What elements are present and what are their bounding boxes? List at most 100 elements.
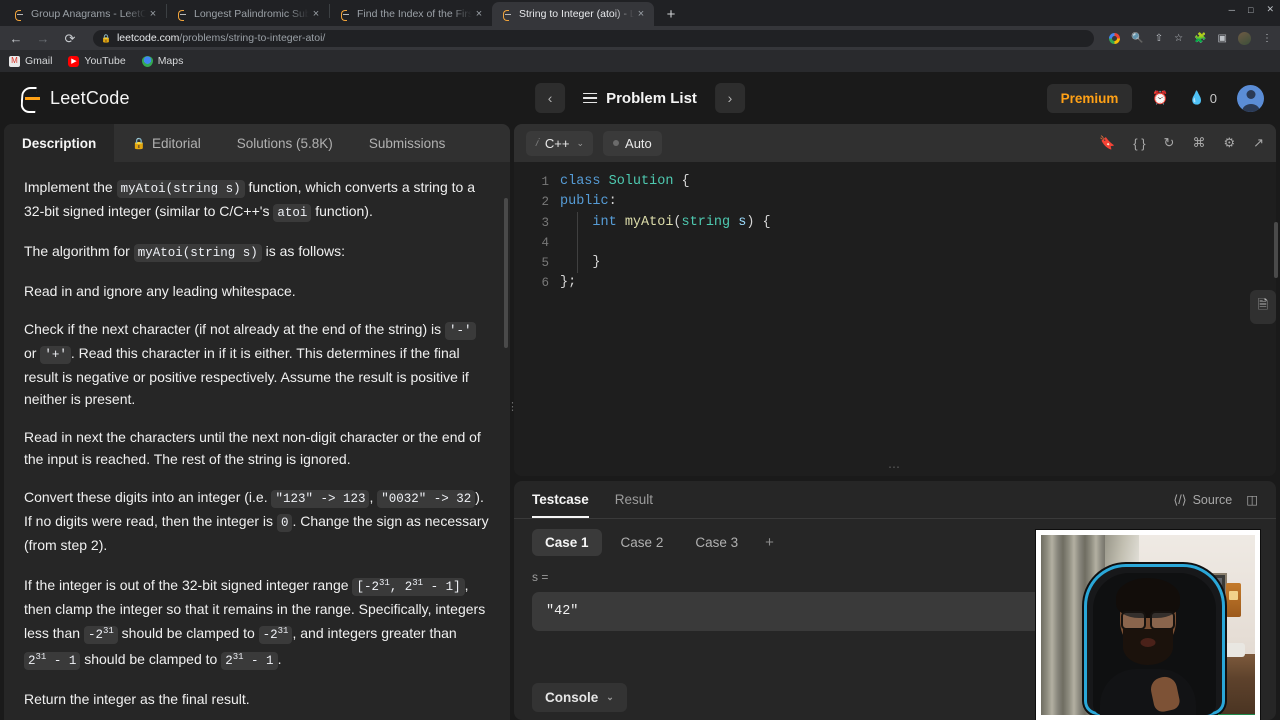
inline-code: -231: [83, 626, 118, 645]
browser-tab[interactable]: Group Anagrams - LeetCode ×: [4, 2, 166, 26]
reload-icon[interactable]: ⟳: [62, 32, 78, 45]
text-run: 2: [225, 654, 233, 669]
language-selector[interactable]: 𝑖 C++ ⌄: [526, 130, 594, 156]
case-tab-3[interactable]: Case 3: [682, 529, 751, 556]
browser-tab-active[interactable]: String to Integer (atoi) - LeetC ×: [492, 2, 654, 26]
bookmark-label: Maps: [157, 55, 184, 67]
pane-resize-handle[interactable]: ⋯: [888, 460, 902, 474]
editor-toolbar: 𝑖 C++ ⌄ Auto 🔖 { } ↻ ⌘ ⚙ ↗: [514, 124, 1276, 162]
close-window-icon[interactable]: ✕: [1266, 4, 1274, 15]
editor-scrollbar[interactable]: [1274, 222, 1278, 278]
add-case-button[interactable]: +: [757, 534, 782, 551]
text-run: is as follows:: [261, 243, 345, 259]
timer-button[interactable]: ⏰: [1152, 90, 1168, 106]
text-run: function).: [311, 203, 373, 219]
description-tab-bar: Description 🔒 Editorial Solutions (5.8K)…: [4, 124, 510, 162]
text-run: - 1]: [423, 580, 461, 595]
text-run: , and integers greater than: [292, 625, 457, 642]
document-note-icon: 🗎: [1257, 297, 1269, 312]
inline-code: 0: [276, 514, 293, 532]
shortcut-command-icon[interactable]: ⌘: [1192, 135, 1205, 151]
back-icon[interactable]: ←: [8, 32, 24, 45]
webcam-person-beard: [1123, 628, 1173, 665]
tab-title: Group Anagrams - LeetCode: [31, 8, 146, 20]
line-number: 5: [541, 256, 549, 271]
bookmark-youtube[interactable]: ▶ YouTube: [68, 55, 126, 67]
text-run: - 1: [46, 654, 77, 669]
case-tab-2[interactable]: Case 2: [608, 529, 677, 556]
zoom-icon[interactable]: 🔍: [1131, 33, 1143, 44]
text-run: should be clamped to: [117, 625, 259, 642]
notes-button[interactable]: 🗎: [1250, 290, 1276, 324]
code-line: 4: [514, 233, 1276, 253]
tab-testcase[interactable]: Testcase: [532, 481, 589, 518]
case-tab-1[interactable]: Case 1: [532, 529, 602, 556]
streak-indicator[interactable]: 💧 0: [1189, 90, 1217, 106]
next-problem-button[interactable]: ›: [714, 83, 745, 113]
exponent: 31: [378, 578, 390, 588]
code-area[interactable]: 1 class Solution { 2 public: 3 int myAto…: [514, 162, 1276, 476]
source-button[interactable]: ⟨/⟩ Source: [1173, 492, 1232, 508]
google-lens-icon[interactable]: [1109, 32, 1121, 44]
reset-icon[interactable]: ↻: [1164, 135, 1175, 151]
share-icon[interactable]: ⇧: [1155, 33, 1163, 44]
inline-code: '+': [40, 346, 71, 364]
code-text: };: [560, 275, 577, 291]
format-braces-icon[interactable]: { }: [1133, 136, 1145, 151]
url-text: leetcode.com/problems/string-to-integer-…: [117, 32, 325, 44]
panel-layout-icon[interactable]: ◫: [1246, 492, 1258, 507]
header-right-actions: Premium ⏰ 💧 0: [1046, 83, 1264, 113]
text-run: -2: [262, 628, 278, 643]
alarm-clock-icon: ⏰: [1152, 90, 1169, 105]
forward-icon[interactable]: →: [35, 32, 51, 45]
code-text: int myAtoi(string s) {: [592, 214, 771, 230]
tab-close-icon[interactable]: ×: [146, 7, 160, 21]
tab-editorial[interactable]: 🔒 Editorial: [114, 124, 218, 162]
tab-title: Find the Index of the First Occ: [357, 8, 472, 20]
code-line: 5 }: [514, 253, 1276, 273]
browser-tab[interactable]: Longest Palindromic Substring ×: [167, 2, 329, 26]
omnibox-actions: 🔍 ⇧ ☆ 🧩 ▣ ⋮: [1109, 31, 1272, 45]
bookmark-icon[interactable]: 🔖: [1099, 135, 1115, 151]
problem-description-body: Implement the myAtoi(string s) function,…: [4, 162, 510, 720]
settings-gear-icon[interactable]: ⚙: [1223, 135, 1235, 151]
maximize-icon[interactable]: □: [1248, 5, 1253, 15]
previous-problem-button[interactable]: ‹: [535, 83, 566, 113]
editor-tool-icons: 🔖 { } ↻ ⌘ ⚙ ↗: [1099, 135, 1264, 151]
tab-description[interactable]: Description: [4, 124, 115, 162]
premium-button[interactable]: Premium: [1046, 83, 1133, 113]
exponent: 31: [35, 652, 47, 663]
console-toggle-button[interactable]: Console ⌄: [532, 682, 627, 712]
description-scrollbar[interactable]: [504, 198, 508, 348]
bookmark-maps[interactable]: Maps: [141, 55, 184, 67]
line-number: 1: [541, 175, 549, 189]
code-line: 3 int myAtoi(string s) {: [514, 213, 1276, 233]
inline-code-range: [-231, 231 - 1]: [352, 578, 465, 597]
inline-code: myAtoi(string s): [116, 180, 245, 198]
profile-avatar[interactable]: [1238, 31, 1251, 45]
bookmark-gmail[interactable]: M Gmail: [9, 55, 52, 67]
extensions-icon[interactable]: 🧩: [1194, 33, 1206, 44]
leetcode-logo[interactable]: LeetCode: [16, 85, 130, 111]
new-tab-button[interactable]: +: [658, 2, 684, 26]
fullscreen-icon[interactable]: ↗: [1253, 135, 1264, 151]
horizontal-resize-handle[interactable]: ⋮: [507, 400, 518, 413]
text-run: . Read this character in if it is either…: [24, 345, 469, 407]
streak-count: 0: [1209, 90, 1217, 106]
tab-close-icon[interactable]: ×: [309, 7, 323, 21]
menu-dots-icon[interactable]: ⋮: [1262, 33, 1272, 44]
bookmark-star-icon[interactable]: ☆: [1174, 33, 1183, 44]
tab-result[interactable]: Result: [615, 481, 653, 518]
minimize-icon[interactable]: ─: [1229, 5, 1235, 15]
tab-solutions[interactable]: Solutions (5.8K): [219, 124, 351, 162]
user-avatar[interactable]: [1237, 84, 1264, 112]
auto-button[interactable]: Auto: [603, 130, 662, 156]
console-label: Console: [545, 689, 599, 705]
side-panel-icon[interactable]: ▣: [1218, 33, 1227, 44]
tab-close-icon[interactable]: ×: [472, 7, 486, 21]
address-bar[interactable]: 🔒 leetcode.com/problems/string-to-intege…: [93, 29, 1095, 47]
tab-close-icon[interactable]: ×: [634, 7, 648, 21]
problem-list-button[interactable]: Problem List: [577, 86, 703, 111]
tab-submissions[interactable]: Submissions: [351, 124, 464, 162]
browser-tab[interactable]: Find the Index of the First Occ ×: [330, 2, 492, 26]
